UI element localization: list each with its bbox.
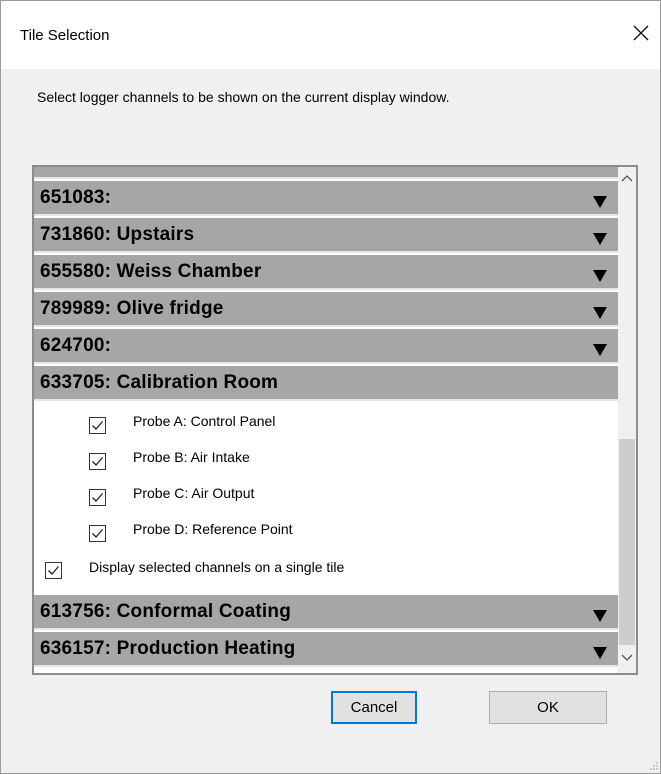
logger-header-label: 651083: bbox=[40, 187, 112, 208]
logger-header-partial bbox=[34, 167, 618, 179]
expand-arrow-icon[interactable] bbox=[592, 306, 608, 320]
close-button[interactable] bbox=[623, 13, 659, 53]
logger-header-label: 789989: Olive fridge bbox=[40, 298, 224, 319]
expand-arrow-icon[interactable] bbox=[592, 195, 608, 209]
expand-arrow-icon[interactable] bbox=[592, 609, 608, 623]
logger-header[interactable]: 789989: Olive fridge bbox=[34, 292, 618, 327]
ok-button[interactable]: OK bbox=[489, 691, 607, 724]
vertical-scrollbar[interactable] bbox=[618, 167, 636, 673]
window-title: Tile Selection bbox=[20, 27, 110, 44]
logger-header-label: 655580: Weiss Chamber bbox=[40, 261, 262, 282]
scroll-up-icon[interactable] bbox=[618, 169, 636, 187]
logger-header-label: 613756: Conformal Coating bbox=[40, 601, 291, 622]
probe-checkbox[interactable] bbox=[89, 525, 106, 542]
logger-header[interactable]: 613756: Conformal Coating bbox=[34, 595, 618, 630]
probe-checkbox[interactable] bbox=[89, 417, 106, 434]
channel-list: 651083: 731860: Upstairs 655580: Weiss C… bbox=[32, 165, 638, 675]
probe-label: Probe C: Air Output bbox=[133, 485, 255, 501]
probe-row: Probe A: Control Panel bbox=[34, 407, 618, 441]
logger-header-label: 633705: Calibration Room bbox=[40, 372, 279, 393]
expand-arrow-icon[interactable] bbox=[592, 269, 608, 283]
checkmark-icon bbox=[92, 457, 103, 466]
tile-selection-dialog: Tile Selection Select logger channels to… bbox=[0, 0, 661, 774]
scroll-down-icon[interactable] bbox=[618, 649, 636, 667]
logger-header-label: 624700: bbox=[40, 335, 112, 356]
instructions-text: Select logger channels to be shown on th… bbox=[37, 89, 450, 105]
logger-header[interactable]: 655580: Weiss Chamber bbox=[34, 255, 618, 290]
checkmark-icon bbox=[48, 566, 59, 575]
single-tile-checkbox[interactable] bbox=[45, 562, 62, 579]
logger-header[interactable]: 624700: bbox=[34, 329, 618, 364]
expand-arrow-icon[interactable] bbox=[592, 232, 608, 246]
checkmark-icon bbox=[92, 421, 103, 430]
scrollbar-thumb[interactable] bbox=[619, 439, 635, 645]
probe-label: Probe B: Air Intake bbox=[133, 449, 250, 465]
cancel-button[interactable]: Cancel bbox=[331, 691, 417, 724]
probe-row: Probe D: Reference Point bbox=[34, 515, 618, 549]
channel-list-content: 651083: 731860: Upstairs 655580: Weiss C… bbox=[34, 167, 618, 673]
logger-header-expanded[interactable]: 633705: Calibration Room bbox=[34, 366, 618, 401]
resize-grip-icon[interactable] bbox=[647, 759, 659, 771]
title-bar: Tile Selection bbox=[1, 1, 660, 69]
close-icon bbox=[633, 25, 649, 41]
probe-checkbox[interactable] bbox=[89, 489, 106, 506]
expand-arrow-icon[interactable] bbox=[592, 646, 608, 660]
probe-label: Probe A: Control Panel bbox=[133, 413, 276, 429]
probe-row: Probe B: Air Intake bbox=[34, 443, 618, 477]
expand-arrow-icon[interactable] bbox=[592, 343, 608, 357]
logger-header[interactable]: 731860: Upstairs bbox=[34, 218, 618, 253]
probe-row: Probe C: Air Output bbox=[34, 479, 618, 513]
single-tile-row: Display selected channels on a single ti… bbox=[34, 553, 618, 587]
logger-header[interactable]: 636157: Production Heating bbox=[34, 632, 618, 667]
logger-header[interactable]: 651083: bbox=[34, 181, 618, 216]
probe-label: Probe D: Reference Point bbox=[133, 521, 293, 537]
checkmark-icon bbox=[92, 529, 103, 538]
logger-header-label: 731860: Upstairs bbox=[40, 224, 195, 245]
probe-checkbox[interactable] bbox=[89, 453, 106, 470]
single-tile-label: Display selected channels on a single ti… bbox=[89, 559, 345, 575]
logger-header-label: 636157: Production Heating bbox=[40, 638, 296, 659]
checkmark-icon bbox=[92, 493, 103, 502]
